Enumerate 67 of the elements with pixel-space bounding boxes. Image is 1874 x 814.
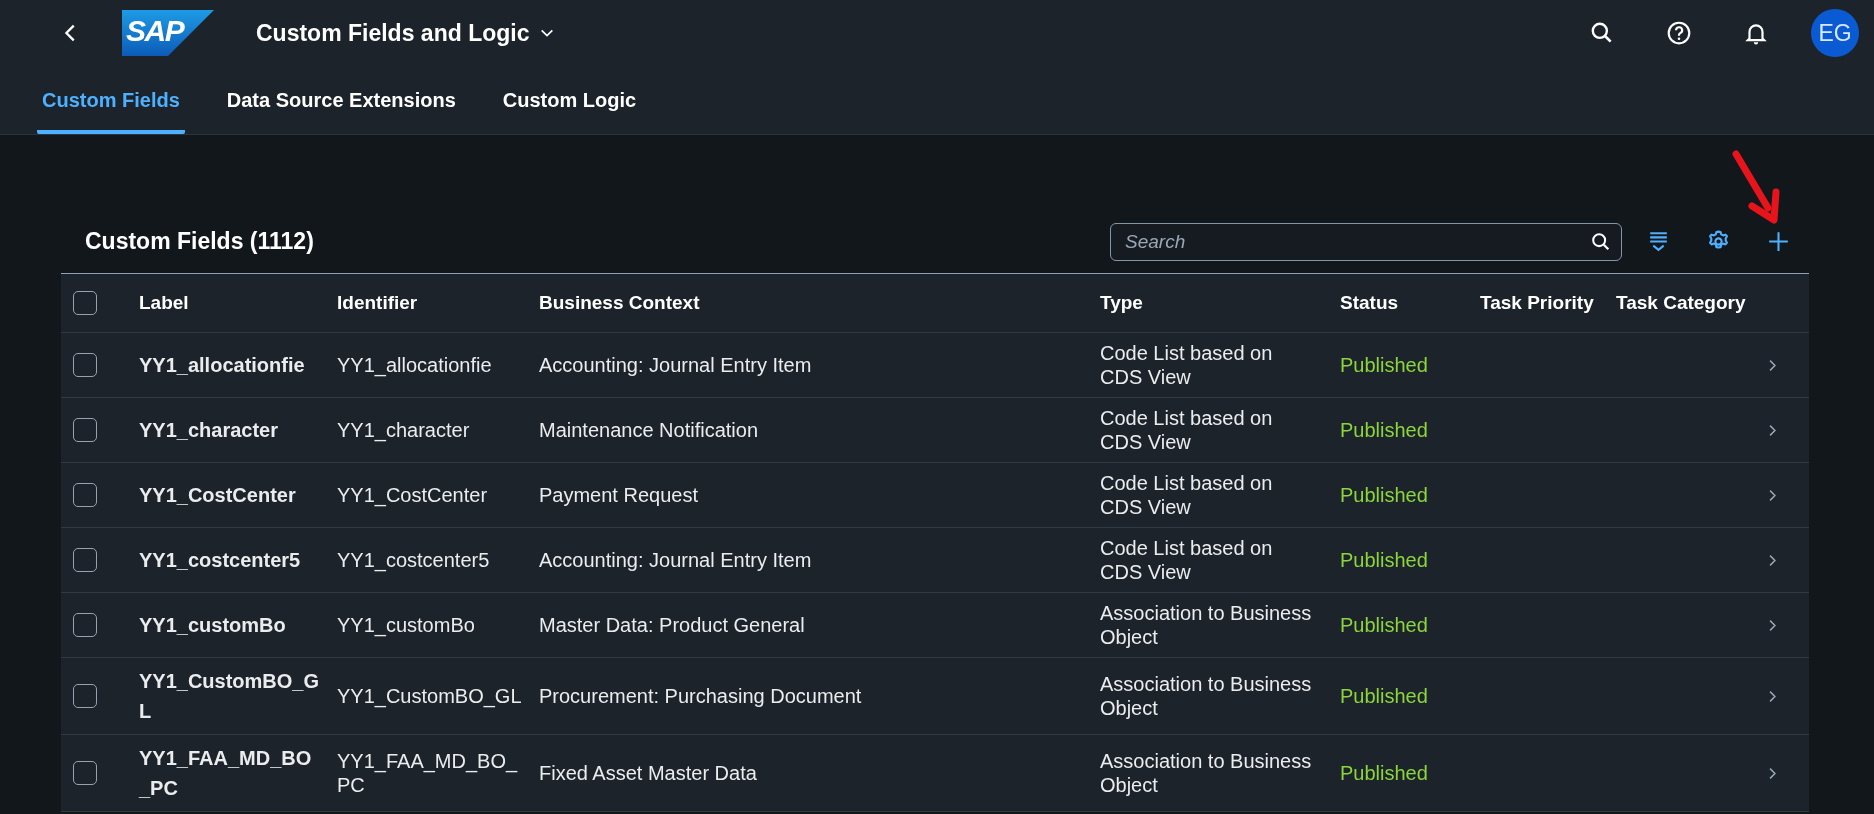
search-icon[interactable] bbox=[1590, 230, 1612, 253]
status-text: Published bbox=[1340, 419, 1428, 441]
field-identifier: YY1_FAA_MD_BO_PC bbox=[337, 750, 518, 796]
column-header: Business Context bbox=[539, 274, 1100, 333]
table-row[interactable]: YY1_allocationfie YY1_allocationfie Accounting: Journal Entry Item Code List based on CDS View Published bbox=[61, 332, 1809, 398]
field-identifier: YY1_costcenter5 bbox=[337, 549, 490, 571]
status-text: Published bbox=[1340, 685, 1428, 707]
add-icon[interactable] bbox=[1766, 229, 1791, 254]
business-context: Accounting: Journal Entry Item bbox=[539, 354, 812, 376]
column-header: Task Category bbox=[1616, 274, 1766, 333]
logo[interactable]: SAP bbox=[122, 10, 214, 56]
business-context: Procurement: Purchasing Document bbox=[539, 685, 862, 707]
field-type: Code List based on CDS View bbox=[1100, 472, 1273, 518]
field-type: Association to Business Object bbox=[1100, 602, 1312, 648]
field-type: Code List based on CDS View bbox=[1100, 537, 1273, 583]
row-checkbox[interactable] bbox=[73, 353, 97, 377]
column-header: Type bbox=[1100, 274, 1340, 333]
field-label: YY1_allocationfie bbox=[139, 354, 305, 376]
field-identifier: YY1_allocationfie bbox=[337, 354, 492, 376]
field-identifier: YY1_customBo bbox=[337, 614, 475, 636]
status-text: Published bbox=[1340, 762, 1428, 784]
field-identifier: YY1_character bbox=[337, 419, 470, 441]
table-row[interactable]: YY1_CostCenter YY1_CostCenter Payment Request Code List based on CDS View Published bbox=[61, 462, 1809, 528]
status-text: Published bbox=[1340, 484, 1428, 506]
table-title: Custom Fields (1112) bbox=[85, 228, 315, 255]
field-type: Association to Business Object bbox=[1100, 750, 1312, 796]
row-checkbox[interactable] bbox=[73, 684, 97, 708]
field-label: YY1_CostCenter bbox=[139, 484, 296, 506]
field-type: Code List based on CDS View bbox=[1100, 342, 1273, 388]
select-all-checkbox[interactable] bbox=[73, 291, 97, 315]
status-text: Published bbox=[1340, 614, 1428, 636]
row-checkbox[interactable] bbox=[73, 418, 97, 442]
app-title-menu[interactable]: Custom Fields and Logic bbox=[256, 19, 556, 47]
search-field[interactable]: Search bbox=[1110, 222, 1622, 261]
status-text: Published bbox=[1340, 354, 1428, 376]
table-row[interactable]: YY1_customBo YY1_customBo Master Data: Product General Association to Business Object Published bbox=[61, 592, 1809, 658]
field-label: YY1_character bbox=[139, 419, 278, 441]
field-identifier: YY1_CostCenter bbox=[337, 484, 488, 506]
row-checkbox[interactable] bbox=[73, 483, 97, 507]
user-avatar[interactable]: EG bbox=[1811, 9, 1859, 57]
business-context: Accounting: Journal Entry Item bbox=[539, 549, 812, 571]
row-checkbox[interactable] bbox=[73, 761, 97, 785]
business-context: Master Data: Product General bbox=[539, 614, 805, 636]
column-header: Identifier bbox=[337, 274, 539, 333]
table-row[interactable]: YY1_character YY1_character Maintenance Notification Code List based on CDS View Published bbox=[61, 397, 1809, 463]
field-type: Association to Business Object bbox=[1100, 673, 1312, 719]
business-context: Payment Request bbox=[539, 484, 698, 506]
business-context: Fixed Asset Master Data bbox=[539, 762, 757, 784]
tab[interactable]: Custom Fields bbox=[37, 66, 185, 134]
table-row[interactable]: YY1_FAA_MD_BO_PC YY1_FAA_MD_BO_PC Fixed Asset Master Data Association to Business Object Published bbox=[61, 734, 1809, 812]
row-checkbox[interactable] bbox=[73, 548, 97, 572]
table-row[interactable]: YY1_costcenter5 YY1_costcenter5 Accounting: Journal Entry Item Code List based on CDS View Published bbox=[61, 527, 1809, 593]
column-header: Task Priority bbox=[1480, 274, 1616, 333]
field-label: YY1_FAA_MD_BO_PC bbox=[139, 747, 312, 799]
column-header: Label bbox=[139, 274, 337, 333]
column-header: Status bbox=[1340, 274, 1480, 333]
business-context: Maintenance Notification bbox=[539, 419, 758, 441]
field-label: YY1_costcenter5 bbox=[139, 549, 301, 571]
tab[interactable]: Data Source Extensions bbox=[221, 66, 461, 134]
tab[interactable]: Custom Logic bbox=[497, 66, 642, 134]
row-checkbox[interactable] bbox=[73, 613, 97, 637]
field-identifier: YY1_CustomBO_GL bbox=[337, 685, 522, 707]
field-label: YY1_customBo bbox=[139, 614, 286, 636]
help-icon[interactable] bbox=[1666, 20, 1692, 46]
field-label: YY1_CustomBO_GL bbox=[139, 670, 320, 722]
field-type: Code List based on CDS View bbox=[1100, 407, 1273, 453]
status-text: Published bbox=[1340, 549, 1428, 571]
